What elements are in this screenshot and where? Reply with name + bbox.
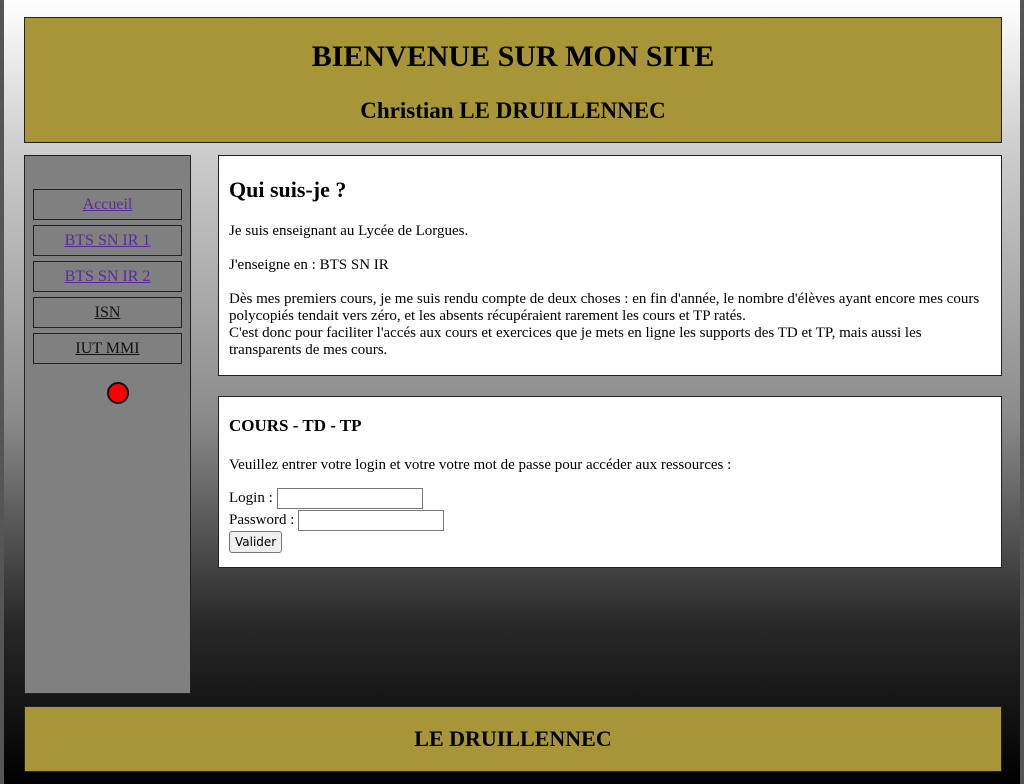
sidebar-item-bts-sn-ir-2: BTS SN IR 2 <box>33 261 182 292</box>
sidebar-link-accueil[interactable]: Accueil <box>83 196 133 214</box>
footer-text: LE DRUILLENNEC <box>414 726 612 751</box>
courses-panel: COURS - TD - TP Veuillez entrer votre lo… <box>218 396 1002 568</box>
about-paragraph-3-line-1: Dès mes premiers cours, je me suis rendu… <box>229 291 980 324</box>
sidebar-nav: Accueil BTS SN IR 1 BTS SN IR 2 ISN IUT … <box>24 155 191 694</box>
password-input[interactable] <box>298 510 445 531</box>
password-row: Password : <box>229 510 445 531</box>
login-input[interactable] <box>276 488 423 509</box>
site-footer: LE DRUILLENNEC <box>24 706 1002 772</box>
about-title: Qui suis-je ? <box>229 177 347 202</box>
window-edge-left <box>0 0 4 784</box>
login-row: Login : <box>229 488 423 509</box>
sidebar-link-isn[interactable]: ISN <box>95 304 121 322</box>
about-panel: Qui suis-je ? Je suis enseignant au Lycé… <box>218 155 1002 376</box>
sidebar-item-accueil: Accueil <box>33 189 182 220</box>
sidebar-link-iut-mmi[interactable]: IUT MMI <box>75 340 139 358</box>
sidebar-link-bts-sn-ir-1[interactable]: BTS SN IR 1 <box>65 232 151 250</box>
submit-button[interactable]: Valider <box>229 531 283 553</box>
about-paragraph-1: Je suis enseignant au Lycée de Lorgues. <box>229 223 469 239</box>
about-paragraph-3-line-2: C'est donc pour faciliter l'accés aux co… <box>229 325 922 358</box>
courses-title: COURS - TD - TP <box>229 416 362 435</box>
login-label: Login : <box>229 490 273 506</box>
sidebar-item-isn: ISN <box>33 297 182 328</box>
window-edge-right <box>1020 0 1024 784</box>
sidebar-link-bts-sn-ir-2[interactable]: BTS SN IR 2 <box>65 268 151 286</box>
about-paragraph-3: Dès mes premiers cours, je me suis rendu… <box>229 291 991 359</box>
courses-instructions: Veuillez entrer votre login et votre vot… <box>229 457 732 473</box>
site-subtitle: Christian LE DRUILLENNEC <box>360 98 666 123</box>
sidebar-item-iut-mmi: IUT MMI <box>33 333 182 364</box>
site-header: BIENVENUE SUR MON SITE Christian LE DRUI… <box>24 17 1002 143</box>
sidebar-item-bts-sn-ir-1: BTS SN IR 1 <box>33 225 182 256</box>
red-dot-icon <box>107 382 129 404</box>
password-label: Password : <box>229 512 295 528</box>
site-title: BIENVENUE SUR MON SITE <box>311 40 715 73</box>
about-paragraph-2: J'enseigne en : BTS SN IR <box>229 257 389 273</box>
